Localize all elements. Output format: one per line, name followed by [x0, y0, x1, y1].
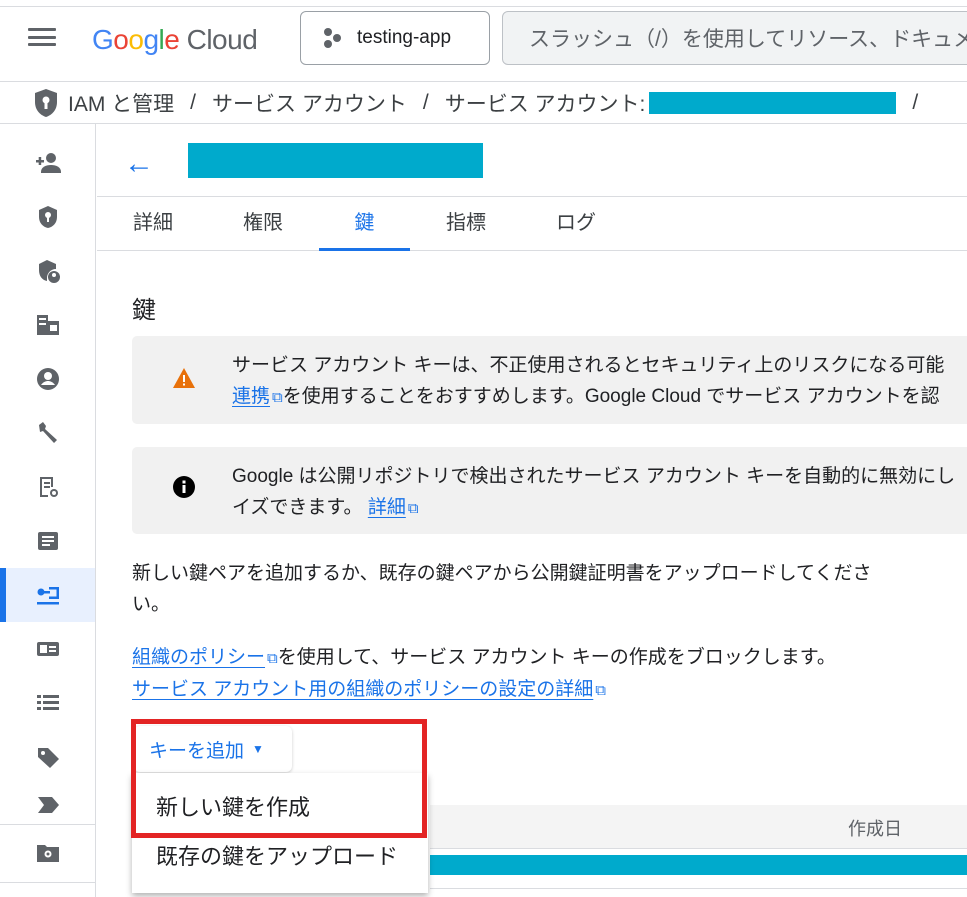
description: 新しい鍵ペアを追加するか、既存の鍵ペアから公開鍵証明書をアップロードしてくださ … [132, 558, 871, 620]
breadcrumb-iam[interactable]: IAM と管理 [68, 88, 174, 118]
sidebar-item-audit-logs[interactable] [0, 514, 95, 568]
sidebar [0, 124, 96, 897]
project-name: testing-app [357, 27, 452, 48]
menu-item-upload-existing-key[interactable]: 既存の鍵をアップロード [132, 835, 428, 879]
breadcrumb-separator: / [422, 90, 429, 114]
sidebar-divider [0, 824, 95, 825]
keys-table-header: 作成日 [430, 805, 967, 849]
sidebar-divider [0, 882, 95, 883]
iam-shield-icon [35, 88, 57, 117]
section-title: 鍵 [132, 297, 156, 324]
add-person-icon [35, 153, 61, 173]
policy-text1: を使用して、サービス アカウント キーの作成をブロックします。 [277, 647, 836, 668]
sidebar-item-workload-identity[interactable] [0, 622, 95, 676]
redacted-key-row [430, 855, 967, 875]
table-row-divider [430, 888, 967, 889]
project-selector[interactable]: testing-app [300, 11, 490, 65]
shield-person-icon [38, 260, 60, 283]
sidebar-item-tags[interactable] [0, 730, 95, 784]
sidebar-item-policy-troubleshooter[interactable] [0, 244, 95, 298]
search-input[interactable]: スラッシュ（/）を使用してリソース、ドキュメント、プロダクトなどを検索 [502, 11, 967, 65]
notes-icon [37, 532, 58, 550]
warning-line2: を使用することをおすすめします。Google Cloud でサービス アカウント… [282, 386, 940, 407]
federation-link[interactable]: 連携 [232, 386, 270, 407]
redacted-account-name [649, 91, 897, 114]
description-line1: 新しい鍵ペアを追加するか、既存の鍵ペアから公開鍵証明書をアップロードしてくださ [132, 563, 872, 584]
document-search-icon [39, 477, 58, 497]
chevron-label-icon [37, 797, 59, 813]
created-date-header[interactable]: 作成日 [848, 815, 902, 841]
breadcrumb-separator: / [912, 90, 919, 114]
list-icon [36, 695, 59, 710]
sidebar-item-manage-resources[interactable] [0, 826, 95, 880]
external-link-icon: ⧉ [407, 500, 419, 517]
info-line2: イズできます。 [232, 497, 363, 518]
description-line2: い。 [132, 594, 171, 615]
account-circle-icon [36, 368, 59, 390]
policy-text: 組織のポリシー ⧉を使用して、サービス アカウント キーの作成をブロックします。 … [132, 642, 836, 706]
breadcrumb: IAM と管理 / サービス アカウント / サービス アカウント: / [0, 82, 967, 124]
logo-google: Google [92, 24, 180, 55]
redacted-page-title [188, 143, 483, 178]
info-icon [173, 476, 195, 498]
details-link[interactable]: 詳細 [368, 497, 406, 518]
external-link-icon: ⧉ [595, 682, 606, 699]
external-link-icon: ⧉ [272, 389, 283, 406]
sidebar-item-iam[interactable] [0, 136, 95, 190]
tab-keys[interactable]: 鍵 [319, 197, 410, 251]
warning-line1: サービス アカウント キーは、不正使用されるとセキュリティ上のリスクになる可能 [232, 355, 945, 376]
sidebar-item-account[interactable] [0, 352, 95, 406]
id-card-icon [36, 642, 59, 656]
organization-icon [36, 315, 59, 335]
sidebar-item-organizations[interactable] [0, 298, 95, 352]
sidebar-item-identity[interactable] [0, 190, 95, 244]
back-arrow-icon[interactable]: ← [124, 147, 154, 181]
tab-logs[interactable]: ログ [540, 197, 612, 251]
tab-permissions[interactable]: 権限 [227, 197, 299, 251]
tag-icon [37, 748, 59, 768]
wrench-icon [38, 422, 57, 443]
main-menu-button[interactable] [28, 26, 56, 48]
info-line1: Google は公開リポジトリで検出されたサービス アカウント キーを自動的に無… [232, 466, 956, 487]
tab-metrics[interactable]: 指標 [430, 197, 502, 251]
sidebar-item-more[interactable] [0, 784, 95, 824]
folder-settings-icon [36, 845, 59, 862]
sidebar-item-privacy[interactable] [0, 460, 95, 514]
breadcrumb-service-account: サービス アカウント: [444, 92, 646, 116]
google-cloud-logo[interactable]: Google Cloud [92, 24, 258, 56]
sidebar-item-service-accounts[interactable] [0, 568, 95, 622]
warning-icon [173, 368, 195, 388]
service-account-key-icon [36, 587, 59, 605]
highlight-annotation [131, 719, 427, 838]
breadcrumb-service-accounts[interactable]: サービス アカウント [212, 88, 407, 118]
sidebar-item-labels[interactable] [0, 676, 95, 730]
project-icon [324, 28, 341, 48]
tab-bar: 詳細 権限 鍵 指標 ログ [97, 197, 967, 251]
breadcrumb-separator: / [190, 90, 197, 114]
info-banner: Google は公開リポジトリで検出されたサービス アカウント キーを自動的に無… [132, 447, 967, 534]
tab-details[interactable]: 詳細 [117, 197, 189, 251]
sidebar-item-settings[interactable] [0, 406, 95, 460]
external-link-icon: ⧉ [267, 650, 278, 667]
org-policy-link[interactable]: 組織のポリシー [132, 647, 265, 668]
shield-key-icon [38, 206, 57, 228]
org-policy-details-link[interactable]: サービス アカウント用の組織のポリシーの設定の詳細 [132, 679, 593, 700]
logo-cloud: Cloud [186, 24, 258, 55]
warning-banner: サービス アカウント キーは、不正使用されるとセキュリティ上のリスクになる可能 … [132, 336, 967, 424]
